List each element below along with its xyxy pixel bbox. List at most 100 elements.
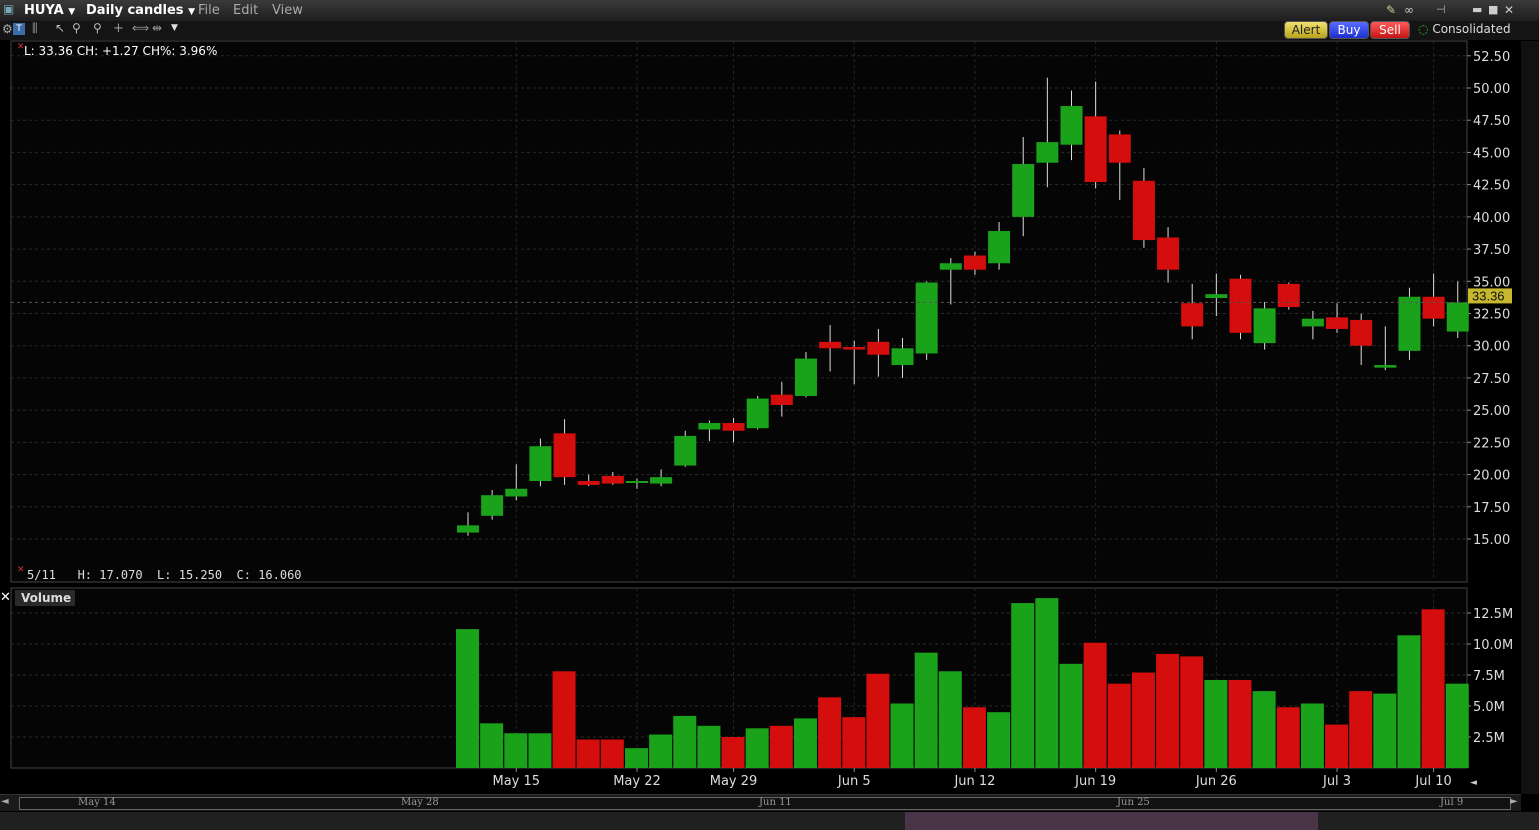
volume-bar bbox=[890, 703, 914, 768]
price-tick-label: 25.00 bbox=[1473, 404, 1510, 419]
volume-bar bbox=[962, 707, 986, 768]
close-crosshair-icon[interactable]: ✕ bbox=[17, 565, 25, 575]
date-tick-label: Jun 19 bbox=[1074, 774, 1116, 789]
remove-pane-icon[interactable]: ✕ bbox=[0, 590, 11, 605]
volume-bar bbox=[1445, 683, 1469, 768]
candle-body bbox=[794, 358, 817, 396]
info-top-line: L: 33.36 CH: +1.27 CH%: 3.96% bbox=[24, 44, 217, 58]
volume-bar bbox=[1252, 691, 1276, 768]
candle-body bbox=[674, 435, 697, 466]
price-tick-label: 45.00 bbox=[1473, 146, 1510, 161]
price-tick-label: 22.50 bbox=[1473, 436, 1510, 451]
candle-body bbox=[770, 394, 793, 405]
candle-body bbox=[939, 263, 962, 270]
volume-bar bbox=[1300, 703, 1324, 768]
volume-label: Volume bbox=[21, 591, 71, 605]
info-bottom-line: 5/11 H: 17.070 L: 15.250 C: 16.060 bbox=[27, 568, 302, 582]
candle-body bbox=[722, 423, 745, 431]
candle-body bbox=[1422, 296, 1445, 319]
time-scrollbar[interactable]: ◄ ► May 14 May 28 Jun 11 Jun 25 Jul 9 bbox=[0, 794, 1521, 811]
scroll-label-may28: May 28 bbox=[401, 797, 439, 808]
candle-body bbox=[625, 481, 648, 484]
candle-body bbox=[1060, 106, 1083, 145]
price-tick-label: 40.00 bbox=[1473, 211, 1510, 226]
price-tick-label: 42.50 bbox=[1473, 179, 1510, 194]
date-tick-label: Jul 10 bbox=[1414, 774, 1451, 789]
candle-body bbox=[963, 255, 986, 270]
volume-bar bbox=[1228, 679, 1252, 768]
scroll-left-icon[interactable]: ◄ bbox=[1, 796, 9, 807]
volume-bar bbox=[1421, 609, 1445, 768]
volume-bar bbox=[528, 733, 552, 768]
scroll-right-arrow-icon[interactable]: ◄ bbox=[1470, 778, 1477, 788]
volume-bar bbox=[673, 715, 697, 768]
volume-bar bbox=[1083, 642, 1107, 768]
candle-body bbox=[529, 446, 552, 482]
candle-body bbox=[698, 423, 721, 430]
candle-body bbox=[1036, 142, 1059, 163]
candlestick-chart[interactable]: 15.00 17.50 20.00 22.50 25.00 27.50 30.00 32.50… bbox=[0, 0, 1539, 830]
volume-bar bbox=[818, 697, 842, 768]
price-tick-label: 32.50 bbox=[1473, 308, 1510, 323]
candle-body bbox=[1446, 302, 1469, 332]
volume-bar bbox=[842, 717, 866, 768]
volume-bar bbox=[1276, 707, 1300, 768]
candle-body bbox=[843, 347, 866, 350]
right-panel bbox=[1521, 41, 1539, 794]
bottom-tab-highlight[interactable] bbox=[905, 812, 1318, 830]
volume-bar bbox=[624, 748, 648, 768]
volume-bar bbox=[1035, 598, 1059, 768]
candle-body bbox=[481, 495, 504, 516]
candle-body bbox=[1253, 308, 1276, 344]
volume-bar bbox=[987, 712, 1011, 768]
candle-body bbox=[988, 231, 1011, 264]
candle-body bbox=[1301, 318, 1324, 327]
volume-bar bbox=[480, 723, 504, 768]
candle-body bbox=[1157, 237, 1180, 270]
volume-tick-label: 2.5M bbox=[1473, 731, 1505, 746]
candle-body bbox=[915, 282, 938, 354]
date-tick-label: May 29 bbox=[710, 774, 758, 789]
candle-body bbox=[1398, 296, 1421, 351]
date-tick-label: Jun 12 bbox=[953, 774, 995, 789]
volume-bar bbox=[1156, 653, 1180, 768]
price-tick-label: 20.00 bbox=[1473, 469, 1510, 484]
candle-body bbox=[1108, 134, 1131, 163]
volume-bar bbox=[504, 733, 528, 768]
price-tick-label: 17.50 bbox=[1473, 501, 1510, 516]
date-tick-label: Jun 26 bbox=[1195, 774, 1237, 789]
volume-bar bbox=[1180, 656, 1204, 768]
candle-body bbox=[1229, 278, 1252, 333]
candle-body bbox=[601, 475, 624, 484]
volume-bar bbox=[914, 652, 938, 768]
date-tick-label: May 15 bbox=[492, 774, 540, 789]
candle-body bbox=[650, 477, 673, 484]
volume-tick-label: 5.0M bbox=[1473, 700, 1505, 715]
scroll-label-jun25: Jun 25 bbox=[1117, 797, 1150, 808]
date-tick-label: Jun 5 bbox=[837, 774, 871, 789]
volume-bar bbox=[938, 671, 962, 768]
volume-bar bbox=[649, 734, 673, 768]
candle-body bbox=[1326, 317, 1349, 329]
volume-bar bbox=[697, 725, 721, 768]
scroll-right-icon[interactable]: ► bbox=[1510, 796, 1518, 807]
last-price-badge-text: 33.36 bbox=[1472, 288, 1505, 303]
volume-bar bbox=[769, 725, 793, 768]
candle-body bbox=[1374, 365, 1397, 368]
candle-body bbox=[1084, 116, 1107, 183]
price-tick-label: 52.50 bbox=[1473, 50, 1510, 65]
date-tick-label: May 22 bbox=[613, 774, 661, 789]
scroll-label-may14: May 14 bbox=[78, 797, 116, 808]
volume-bar bbox=[552, 671, 576, 768]
candle-body bbox=[867, 341, 890, 355]
volume-bar bbox=[1011, 603, 1035, 768]
candle-body bbox=[1132, 180, 1155, 241]
volume-tick-label: 10.0M bbox=[1473, 638, 1513, 653]
volume-bar bbox=[866, 673, 890, 768]
date-axis: May 15 May 22 May 29 Jun 5 Jun 12 Jun 19 Jun 2… bbox=[492, 768, 1452, 789]
volume-tick-label: 12.5M bbox=[1473, 607, 1513, 622]
candle-body bbox=[457, 525, 479, 533]
candle-body bbox=[819, 341, 842, 349]
volume-bar bbox=[721, 737, 745, 768]
scroll-label-jul9: Jul 9 bbox=[1440, 797, 1464, 808]
